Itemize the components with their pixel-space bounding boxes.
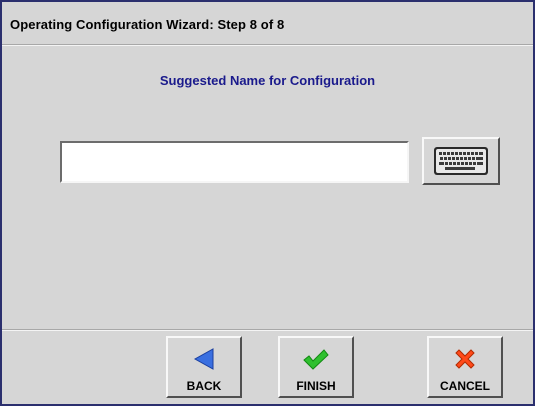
configuration-name-input[interactable] [60,141,409,183]
cancel-button-label: CANCEL [440,379,490,393]
window-title: Operating Configuration Wizard: Step 8 o… [10,17,285,32]
keyboard-icon [434,147,488,175]
finish-button[interactable]: FINISH [278,336,354,398]
keyboard-button[interactable] [422,137,500,185]
cancel-button[interactable]: CANCEL [427,336,503,398]
back-button-label: BACK [186,379,222,393]
x-icon [455,349,475,369]
finish-button-label: FINISH [296,379,336,393]
page-heading: Suggested Name for Configuration [159,73,376,88]
back-button[interactable]: BACK [166,336,242,398]
left-arrow-icon [193,348,214,370]
title-bar: Operating Configuration Wizard: Step 8 o… [2,2,533,46]
footer-divider-highlight [2,330,533,331]
wizard-window: Operating Configuration Wizard: Step 8 o… [0,0,535,406]
checkmark-icon [303,349,329,370]
